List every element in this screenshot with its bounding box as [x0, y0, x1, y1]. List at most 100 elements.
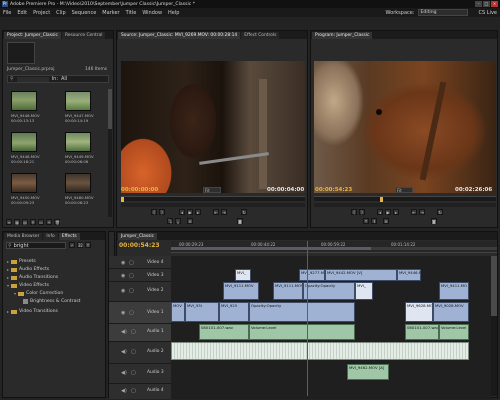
- timeline-clip[interactable]: MVI_9411.MO: [439, 282, 469, 300]
- menu-file[interactable]: File: [3, 10, 11, 16]
- icon-view-icon[interactable]: ▦: [14, 219, 20, 225]
- cs-live-button[interactable]: CS Live: [479, 10, 497, 16]
- tree-item-audio-effects[interactable]: ▸ Audio Effects: [7, 267, 49, 272]
- effects-search-field[interactable]: ⚲ bright: [6, 242, 66, 249]
- timeline-playhead[interactable]: [307, 241, 308, 396]
- automate-to-sequence-icon[interactable]: ▤: [22, 219, 28, 225]
- export-frame-icon[interactable]: ◙: [237, 218, 243, 224]
- list-view-icon[interactable]: ≡: [6, 219, 12, 225]
- menu-help[interactable]: Help: [168, 10, 179, 16]
- source-playhead[interactable]: [121, 197, 124, 202]
- lift-icon[interactable]: ⤒: [363, 218, 369, 224]
- timeline-clip[interactable]: MVI_9277.MOV [V]: [299, 269, 325, 281]
- lock-icon[interactable]: ▢: [131, 388, 136, 394]
- source-time-ruler[interactable]: [121, 196, 305, 202]
- step-forward-icon[interactable]: ▸: [393, 209, 399, 215]
- new-bin-icon[interactable]: ▭: [38, 219, 44, 225]
- timeline-scrollbar[interactable]: [491, 256, 497, 396]
- timeline-clip[interactable]: Opacity:Opacity: [303, 282, 355, 300]
- project-scrollbar[interactable]: [108, 89, 112, 217]
- menu-window[interactable]: Window: [142, 10, 162, 16]
- speaker-icon[interactable]: ◀): [121, 370, 127, 376]
- timeline-clip[interactable]: MVI_: [235, 269, 251, 281]
- speaker-icon[interactable]: ◀): [121, 388, 127, 394]
- tab-media-browser[interactable]: Media Browser: [4, 233, 43, 240]
- project-search-input[interactable]: [16, 76, 49, 82]
- go-to-in-icon[interactable]: ⇤: [213, 209, 219, 215]
- program-time-ruler[interactable]: [314, 196, 496, 202]
- loop-icon[interactable]: ↻: [241, 209, 247, 215]
- minimize-button[interactable]: –: [475, 1, 482, 7]
- lock-icon[interactable]: ▢: [129, 310, 134, 316]
- menu-marker[interactable]: Marker: [102, 10, 119, 16]
- tab-info[interactable]: Info: [43, 233, 58, 240]
- lock-icon[interactable]: ▢: [129, 288, 134, 294]
- menu-sequence[interactable]: Sequence: [72, 10, 97, 16]
- overlay-icon[interactable]: ⤓: [175, 218, 181, 224]
- tree-item-color-correction[interactable]: ▾ Color Correction: [14, 291, 63, 296]
- clip-thumbnail[interactable]: [65, 132, 91, 152]
- go-to-out-icon[interactable]: ⇥: [221, 209, 227, 215]
- timeline-clip[interactable]: MVI_925: [219, 302, 249, 322]
- eye-icon[interactable]: ◉: [121, 288, 125, 294]
- set-in-icon[interactable]: {: [351, 209, 357, 215]
- source-current-timecode[interactable]: 00:00:00:00: [121, 187, 158, 193]
- timeline-ruler[interactable]: 00:00:29:23 00:00:44:22 00:00:59:22 00:0…: [171, 241, 497, 253]
- set-in-icon[interactable]: {: [151, 209, 157, 215]
- tab-source[interactable]: Source: Jumper_Classic: MVI_9269.MOV: 00…: [118, 32, 241, 39]
- timeline-audio-clip[interactable]: Volume:Level: [439, 324, 469, 340]
- clip-thumbnail[interactable]: [65, 91, 91, 111]
- go-to-out-icon[interactable]: ⇥: [419, 209, 425, 215]
- eye-icon[interactable]: ◉: [121, 310, 125, 316]
- go-to-in-icon[interactable]: ⇤: [411, 209, 417, 215]
- tab-sequence[interactable]: Jumper_Classic: [118, 233, 158, 240]
- tab-program[interactable]: Program: Jumper_Classic: [312, 32, 373, 39]
- clip-thumbnail[interactable]: [11, 91, 37, 111]
- program-zoom-bar[interactable]: [314, 203, 496, 207]
- set-out-icon[interactable]: }: [359, 209, 365, 215]
- program-playhead[interactable]: [380, 197, 383, 202]
- menu-edit[interactable]: Edit: [17, 10, 27, 16]
- extract-icon[interactable]: ⤉: [371, 218, 377, 224]
- lock-icon[interactable]: ▢: [129, 260, 134, 266]
- tab-project[interactable]: Project: Jumper_Classic: [4, 32, 61, 39]
- timeline-clip[interactable]: Opacity:Opacity: [249, 302, 355, 322]
- timeline-audio-waveform[interactable]: [171, 342, 469, 360]
- export-frame-icon[interactable]: ◙: [431, 218, 437, 224]
- tab-effect-controls[interactable]: Effect Controls: [241, 32, 280, 39]
- timeline-audio-clip[interactable]: Volume:Level: [249, 324, 355, 340]
- new-item-icon[interactable]: +: [46, 219, 52, 225]
- jog-shuttle-icon[interactable]: ≋: [383, 218, 389, 224]
- tree-item-audio-transitions[interactable]: ▸ Audio Transitions: [7, 275, 58, 280]
- source-zoom-bar[interactable]: [121, 203, 305, 207]
- timeline-clip[interactable]: MVI_9628.MOV: [405, 302, 433, 322]
- timeline-audio-clip[interactable]: 080101-007.wav: [199, 324, 249, 340]
- tree-item-video-effects[interactable]: ▾ Video Effects: [7, 283, 49, 288]
- menu-clip[interactable]: Clip: [56, 10, 65, 16]
- workspace-dropdown[interactable]: Editing: [417, 9, 468, 16]
- maximize-button[interactable]: □: [483, 1, 490, 7]
- tree-item-brightness-contrast[interactable]: Brightness & Contrast: [23, 299, 81, 304]
- timeline-audio-clip[interactable]: MVI_9462.MOV [A]: [347, 364, 389, 380]
- timeline-clip[interactable]: MVI_93I: [185, 302, 219, 322]
- menu-title[interactable]: Title: [126, 10, 137, 16]
- timeline-clip[interactable]: MOV: [171, 302, 185, 322]
- insert-icon[interactable]: ⤵: [167, 218, 173, 224]
- tree-item-video-transitions[interactable]: ▸ Video Transitions: [7, 309, 58, 314]
- program-fit-dropdown[interactable]: Fit: [395, 187, 413, 193]
- lock-icon[interactable]: ▢: [131, 370, 136, 376]
- timeline-clip[interactable]: MVI_9442.MOV [V]: [325, 269, 397, 281]
- menu-project[interactable]: Project: [33, 10, 50, 16]
- tab-effects[interactable]: Effects: [58, 233, 80, 240]
- delete-icon[interactable]: 🗑: [54, 219, 60, 225]
- lock-icon[interactable]: ▢: [131, 349, 136, 355]
- eye-icon[interactable]: ◉: [121, 273, 125, 279]
- source-fit-dropdown[interactable]: Fit: [203, 187, 221, 193]
- work-area-bar[interactable]: [171, 247, 497, 250]
- step-back-icon[interactable]: ◂: [377, 209, 383, 215]
- jog-shuttle-icon[interactable]: ≋: [187, 218, 193, 224]
- clip-thumbnail[interactable]: [11, 132, 37, 152]
- step-back-icon[interactable]: ◂: [179, 209, 185, 215]
- timeline-audio-clip[interactable]: 080101-007.wav: [405, 324, 439, 340]
- lock-icon[interactable]: ▢: [129, 273, 134, 279]
